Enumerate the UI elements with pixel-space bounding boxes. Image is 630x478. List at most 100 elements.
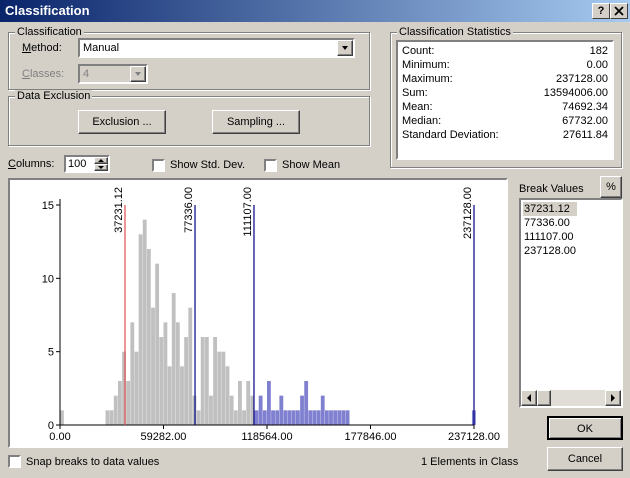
y-tick-label: 5 [48,347,54,359]
method-dropdown-button[interactable] [337,40,353,56]
columns-label: Columns: [8,158,55,170]
histogram-bar [105,410,110,425]
show-mean-label: Show Mean [282,159,341,171]
x-tick-label: 0.00 [49,431,70,443]
classes-label-rest: lasses: [29,68,65,80]
stat-value: 74692.34 [562,101,608,113]
stat-row-maximum: Maximum: 237128.00 [402,73,608,87]
ok-button[interactable]: OK [547,416,623,440]
x-tick-label: 59282.00 [141,431,187,443]
histogram-bar [196,410,201,425]
close-button[interactable] [610,3,628,19]
break-value-item[interactable]: 77336.00 [524,216,570,230]
classification-group-label: Classification [15,26,84,38]
histogram-bar [130,322,135,425]
histogram-bar [316,410,321,425]
classes-select[interactable]: 4 [78,64,148,84]
stat-row-std-dev: Standard Deviation: 27611.84 [402,129,608,143]
stat-value: 27611.84 [562,129,608,141]
show-mean-checkbox[interactable] [264,159,277,172]
histogram-bar [217,351,222,425]
chevron-down-icon [135,72,141,76]
histogram-bar [113,395,118,425]
break-values-list[interactable]: 37231.12 77336.00 111107.00 237128.00 [519,198,623,408]
histogram-bar [300,395,304,425]
break-label: 111107.00 [242,187,254,237]
histogram-bar [225,366,230,425]
snap-breaks-checkbox[interactable] [8,455,21,468]
stat-row-mean: Mean: 74692.34 [402,101,608,115]
break-values-label: Break Values [519,183,584,195]
title-bar [0,0,630,22]
histogram-panel[interactable]: 0 5 10 15 0.00 59282.00 118564.00 177846.00 2371… [8,178,508,448]
snap-breaks-label: Snap breaks to data values [26,456,160,468]
data-exclusion-group [8,96,370,146]
columns-down-button[interactable] [94,164,108,171]
data-exclusion-group-label: Data Exclusion [15,90,93,102]
histogram-bar [233,410,238,425]
method-value: Manual [83,42,120,54]
chevron-left-icon [527,394,531,402]
histogram-bar [258,395,263,425]
method-label: Method: [22,42,62,54]
histogram-bar [188,307,193,425]
stat-label: Mean: [402,101,433,113]
y-tick-label: 10 [42,273,54,285]
x-tick-label: 237128.00 [448,431,500,443]
break-label: 37231.12 [113,187,125,233]
histogram-bar [324,410,329,425]
x-tick-label: 118564.00 [241,431,292,443]
histogram-bar [209,395,213,425]
classes-dropdown-button[interactable] [130,66,146,82]
break-label: 77336.00 [183,187,195,233]
histogram-bar [242,410,246,425]
break-value-item[interactable]: 111107.00 [524,230,574,244]
histogram-bar [126,381,131,425]
histogram-bar [304,381,309,425]
help-button[interactable]: ? [592,3,610,19]
histogram-bar [262,410,267,425]
histogram-bar [159,337,164,425]
percent-button[interactable]: % [600,176,622,198]
cancel-button[interactable]: Cancel [547,447,623,471]
x-tick-label: 177846.00 [345,431,397,443]
classes-value: 4 [83,68,90,80]
columns-value: 100 [68,158,87,170]
method-label-rest: ethod: [31,42,62,54]
break-label: 237128.00 [462,187,474,239]
stat-row-count: Count: 182 [402,45,608,59]
break-value-item[interactable]: 237128.00 [524,244,576,258]
break-value-item[interactable]: 37231.12 [524,202,570,216]
histogram-bar [312,410,317,425]
histogram-bar [266,381,271,425]
chevron-down-icon [98,166,104,169]
statistics-group-label: Classification Statistics [397,26,513,38]
histogram-bar [279,395,284,425]
scroll-left-button[interactable] [521,390,537,406]
chevron-up-icon [98,159,104,162]
histogram-bar [175,322,180,425]
close-icon [614,6,624,16]
histogram-bar [171,293,176,425]
method-select[interactable]: Manual [78,38,355,58]
histogram-bar [229,395,234,425]
histogram-bar [291,410,296,425]
columns-up-button[interactable] [94,157,108,164]
scroll-thumb[interactable] [537,390,551,406]
histogram-chart[interactable]: 0510150.00 59282.00 118564.00 177846.00 2371… [10,180,506,446]
histogram-bar [345,410,350,425]
columns-stepper[interactable]: 100 [64,155,110,173]
columns-label-rest: olumns: [15,158,55,170]
scroll-right-button[interactable] [605,390,621,406]
show-std-dev-checkbox[interactable] [152,159,165,172]
histogram-bar [287,410,292,425]
exclusion-button[interactable]: Exclusion ... [78,110,166,134]
histogram-bar [180,366,184,425]
stat-value: 67732.00 [562,115,608,127]
show-std-dev-label: Show Std. Dev. [170,159,245,171]
stat-label: Minimum: [402,59,450,71]
histogram-bar [221,351,226,425]
histogram-bar [238,381,242,425]
sampling-button[interactable]: Sampling ... [212,110,300,134]
horizontal-scrollbar[interactable] [521,390,621,406]
